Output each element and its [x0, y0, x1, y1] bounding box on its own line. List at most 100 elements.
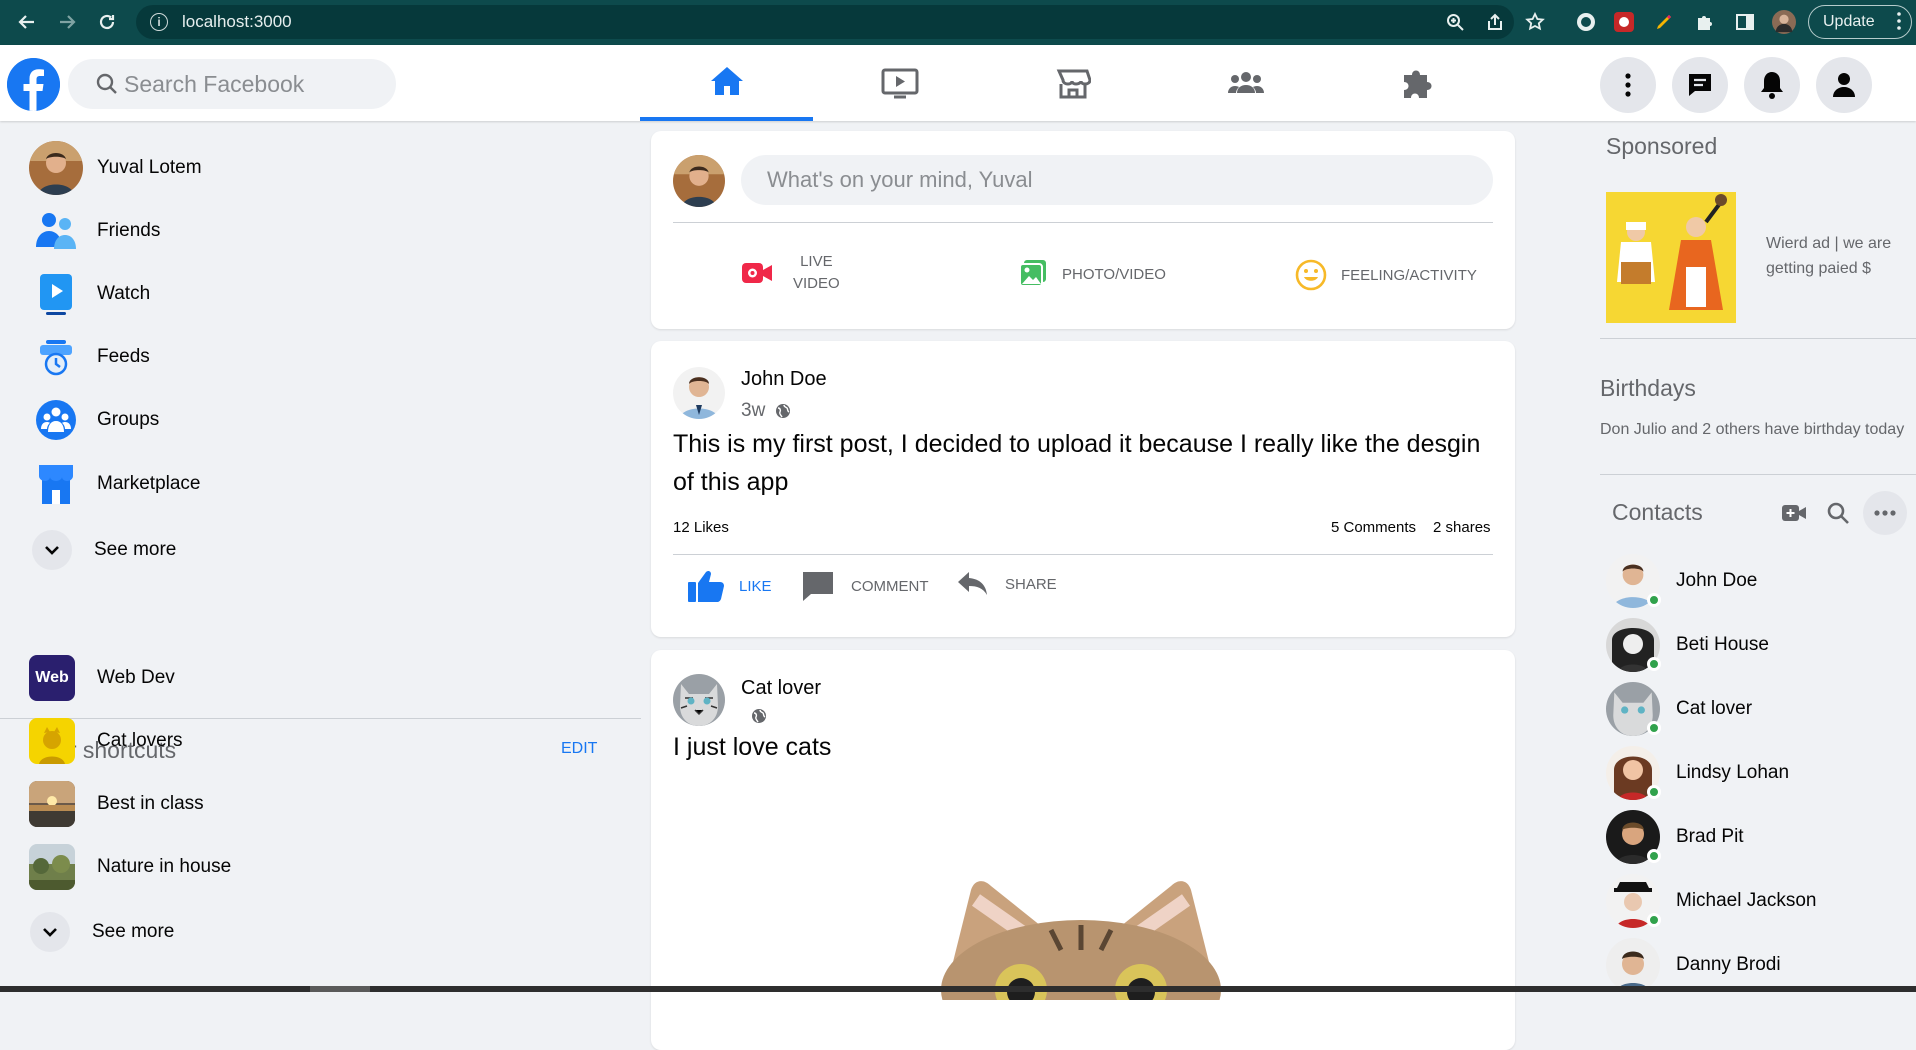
more-vertical-icon: [1625, 73, 1631, 97]
extension-red-icon[interactable]: [1612, 10, 1636, 34]
see-more-shortcuts-button[interactable]: See more: [29, 905, 174, 959]
online-indicator: [1647, 593, 1661, 607]
globe-icon: [752, 709, 766, 723]
post-text: This is my first post, I decided to uplo…: [673, 430, 1481, 496]
contact-item[interactable]: John Doe: [1606, 553, 1757, 609]
photo-video-button[interactable]: PHOTO/VIDEO: [1018, 259, 1166, 289]
see-more-button[interactable]: See more: [29, 520, 176, 580]
post-author-name[interactable]: John Doe: [741, 368, 827, 391]
search-input[interactable]: [124, 70, 384, 98]
divider: [673, 554, 1493, 555]
scrollbar-thumb[interactable]: [310, 986, 370, 992]
like-button[interactable]: LIKE: [687, 569, 772, 603]
tab-watch[interactable]: [813, 45, 986, 121]
divider: [673, 222, 1493, 223]
shortcut-best-in-class[interactable]: Best in class: [29, 777, 204, 831]
notifications-button[interactable]: [1744, 57, 1800, 113]
post-author-name[interactable]: Cat lover: [741, 677, 821, 700]
sidebar-item-feeds[interactable]: Feeds: [29, 327, 150, 387]
contact-item[interactable]: Beti House: [1606, 617, 1769, 673]
shares-count[interactable]: 2 shares: [1433, 519, 1491, 536]
account-button[interactable]: [1816, 57, 1872, 113]
smile-icon: [1295, 259, 1327, 291]
extension-pen-icon[interactable]: [1652, 10, 1676, 34]
tab-extensions[interactable]: [1332, 45, 1505, 121]
tab-marketplace[interactable]: [986, 45, 1159, 121]
live-video-button[interactable]: LIVE VIDEO: [741, 251, 840, 295]
cat-lovers-thumbnail: [29, 718, 75, 764]
contact-item[interactable]: Michael Jackson: [1606, 873, 1816, 929]
forward-icon[interactable]: [52, 7, 82, 37]
shortcut-nature-in-house[interactable]: Nature in house: [29, 840, 231, 894]
comments-count[interactable]: 5 Comments: [1331, 519, 1416, 536]
online-indicator: [1647, 849, 1661, 863]
share-page-icon[interactable]: [1483, 10, 1507, 34]
side-panel-icon[interactable]: [1733, 10, 1757, 34]
messenger-button[interactable]: [1672, 57, 1728, 113]
post-author-avatar[interactable]: [673, 674, 725, 726]
new-room-icon[interactable]: [1781, 502, 1807, 529]
sidebar-item-watch[interactable]: Watch: [29, 264, 150, 324]
back-icon[interactable]: [12, 7, 42, 37]
best-in-class-thumbnail: [29, 781, 75, 827]
post-text: I just love cats: [673, 733, 832, 761]
update-button[interactable]: Update: [1808, 5, 1912, 39]
birthday-text[interactable]: Don Julio and 2 others have birthday tod…: [1600, 421, 1904, 439]
home-icon: [710, 67, 743, 95]
feeling-activity-button[interactable]: FEELING/ACTIVITY: [1295, 259, 1477, 291]
nature-thumbnail: [29, 844, 75, 890]
sidebar-item-friends[interactable]: Friends: [29, 201, 160, 261]
address-bar[interactable]: i localhost:3000: [136, 5, 1514, 39]
facebook-logo[interactable]: [7, 58, 60, 111]
store-icon: [1056, 69, 1091, 99]
bookmark-star-icon[interactable]: [1523, 10, 1547, 34]
horizontal-scrollbar[interactable]: [0, 986, 1916, 992]
online-indicator: [1647, 721, 1661, 735]
sidebar-item-marketplace[interactable]: Marketplace: [29, 454, 201, 514]
reply-arrow-icon: [958, 572, 987, 595]
groups-icon: [1227, 72, 1264, 93]
feeds-icon: [29, 330, 83, 384]
sidebar-item-groups[interactable]: Groups: [29, 390, 159, 450]
online-indicator: [1647, 913, 1661, 927]
reload-icon[interactable]: [92, 7, 122, 37]
extensions-puzzle-icon[interactable]: [1693, 10, 1717, 34]
shortcut-web-dev[interactable]: Web Web Dev: [29, 651, 175, 705]
post-time: 3w: [741, 400, 791, 422]
profile-avatar-icon[interactable]: [1772, 10, 1796, 34]
comment-button[interactable]: COMMENT: [801, 569, 929, 603]
sidebar-item-profile[interactable]: Yuval Lotem: [29, 138, 202, 198]
tab-groups[interactable]: [1159, 45, 1332, 121]
contact-item[interactable]: Cat lover: [1606, 681, 1752, 737]
search-icon: [96, 73, 117, 94]
zoom-icon[interactable]: [1443, 10, 1467, 34]
search-contacts-icon[interactable]: [1826, 501, 1850, 530]
shortcut-cat-lovers[interactable]: Cat lovers: [29, 714, 183, 768]
contact-item[interactable]: Danny Brodi: [1606, 937, 1781, 993]
contacts-title: Contacts: [1612, 499, 1703, 525]
likes-count[interactable]: 12 Likes: [673, 519, 729, 536]
web-dev-thumbnail: Web: [29, 655, 75, 701]
birthdays-title: Birthdays: [1600, 375, 1696, 401]
extension-circle-icon[interactable]: [1574, 10, 1598, 34]
share-button[interactable]: SHARE: [957, 569, 1057, 599]
tab-home[interactable]: [640, 45, 813, 121]
ad-text[interactable]: Wierd ad | we are getting paied $: [1766, 231, 1906, 281]
browser-menu-icon[interactable]: [1897, 12, 1901, 35]
composer-card: What's on your mind, Yuval LIVE VIDEO PH…: [651, 131, 1515, 329]
profile-avatar: [29, 141, 83, 195]
contacts-options-button[interactable]: [1863, 491, 1907, 535]
search-box[interactable]: [68, 59, 396, 109]
menu-button[interactable]: [1600, 57, 1656, 113]
post-author-avatar[interactable]: [673, 367, 725, 419]
composer-input[interactable]: What's on your mind, Yuval: [741, 155, 1493, 205]
contact-item[interactable]: Brad Pit: [1606, 809, 1744, 865]
chevron-down-icon: [30, 912, 70, 952]
composer-avatar: [673, 155, 725, 207]
info-icon[interactable]: i: [150, 13, 168, 31]
edit-shortcuts-link[interactable]: EDIT: [561, 740, 597, 758]
contact-item[interactable]: Lindsy Lohan: [1606, 745, 1789, 801]
cat-photo[interactable]: [931, 840, 1231, 1050]
ad-image[interactable]: [1606, 192, 1736, 323]
post-card: John Doe 3w This is my first post, I dec…: [651, 341, 1515, 637]
